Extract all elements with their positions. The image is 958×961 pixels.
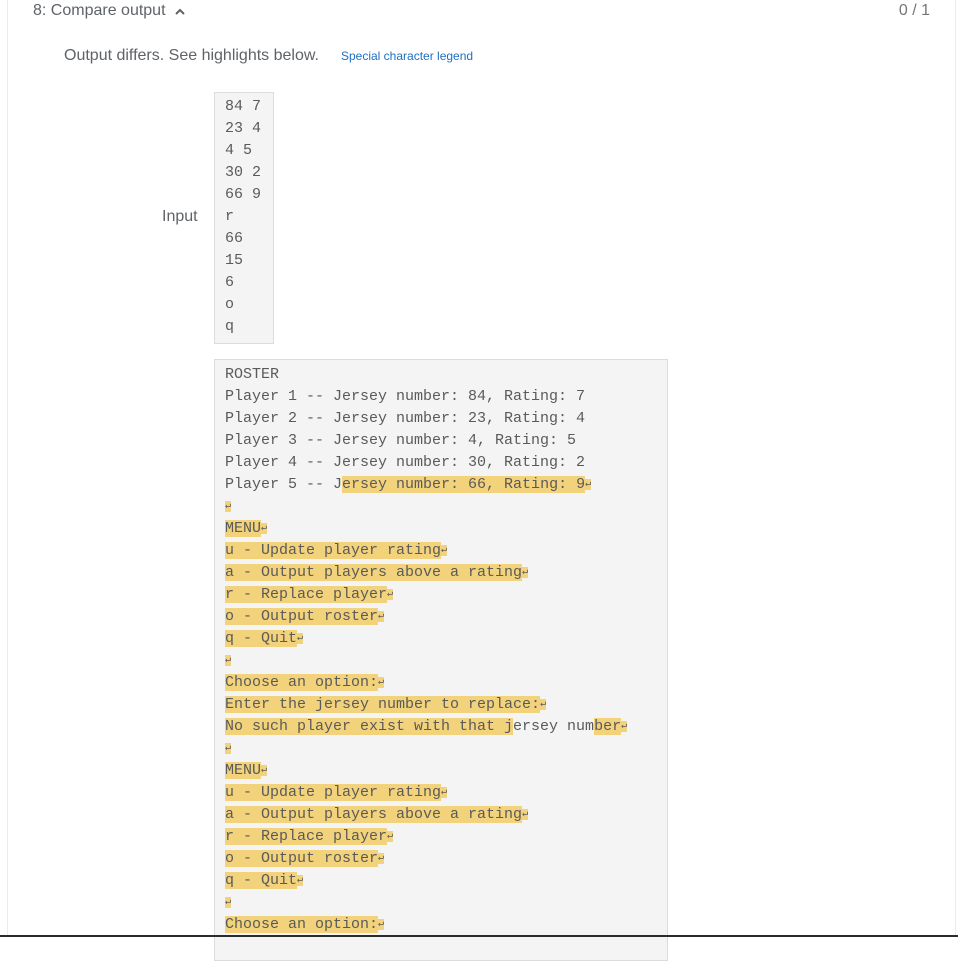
newline-icon: ↵: [378, 853, 385, 864]
highlighted-diff-segment: MENU: [225, 520, 262, 537]
newline-icon: ↵: [261, 765, 268, 776]
highlighted-diff-segment: r - Replace player: [225, 586, 388, 603]
highlighted-diff-segment: MENU: [225, 762, 262, 779]
output-line: ↵: [225, 738, 627, 760]
output-line: q - Quit↵: [225, 870, 627, 892]
output-line: a - Output players above a rating↵: [225, 562, 627, 584]
output-line: Choose an option:↵: [225, 672, 627, 694]
output-line: ↵: [225, 650, 627, 672]
input-line: 6: [225, 274, 235, 291]
input-line: 15: [225, 252, 244, 269]
highlighted-diff-segment: q - Quit: [225, 872, 298, 889]
status-row: Output differs. See highlights below. Sp…: [64, 47, 473, 65]
input-line: q: [225, 318, 235, 335]
highlighted-diff-segment: a - Output players above a rating: [225, 806, 523, 823]
output-segment: Player 2 -- Jersey number: 23, Rating: 4: [225, 410, 586, 427]
output-segment: Player 4 -- Jersey number: 30, Rating: 2: [225, 454, 586, 471]
newline-icon: ↵: [378, 919, 385, 930]
output-line: r - Replace player↵: [225, 826, 627, 848]
highlighted-diff-segment: Choose an option:: [225, 916, 379, 933]
output-line: Choose an option:↵: [225, 914, 627, 936]
newline-icon: ↵: [441, 545, 448, 556]
highlighted-diff-segment: u - Update player rating: [225, 784, 442, 801]
input-line: 84 7: [225, 98, 262, 115]
highlighted-diff-segment: a - Output players above a rating: [225, 564, 523, 581]
newline-icon: ↵: [522, 809, 529, 820]
newline-icon: ↵: [225, 501, 232, 512]
output-line: MENU↵: [225, 518, 627, 540]
input-lines: 84 7 23 4 4 5 30 2 66 9 r 66 15 6 o q: [225, 96, 261, 338]
input-box: 84 7 23 4 4 5 30 2 66 9 r 66 15 6 o q: [214, 92, 274, 344]
highlighted-diff-segment: o - Output roster: [225, 608, 379, 625]
test-title: 8: Compare output: [33, 2, 166, 19]
output-line: u - Update player rating↵: [225, 540, 627, 562]
highlighted-diff-segment: No such player exist with that j: [225, 718, 514, 735]
newline-icon: ↵: [441, 787, 448, 798]
newline-icon: ↵: [522, 567, 529, 578]
newline-icon: ↵: [378, 677, 385, 688]
output-line: u - Update player rating↵: [225, 782, 627, 804]
compare-output-card: 8: Compare output 0 / 1 Output differs. …: [7, 0, 956, 961]
output-box: ROSTER Player 1 -- Jersey number: 84, Rat…: [214, 359, 668, 961]
highlighted-diff-segment: q - Quit: [225, 630, 298, 647]
newline-icon: ↵: [540, 699, 547, 710]
highlighted-diff-segment: o - Output roster: [225, 850, 379, 867]
output-line: Player 4 -- Jersey number: 30, Rating: 2: [225, 452, 627, 474]
output-lines: ROSTER Player 1 -- Jersey number: 84, Rat…: [225, 364, 628, 936]
output-line: ↵: [225, 496, 627, 518]
output-line: No such player exist with that jersey nu…: [225, 716, 628, 738]
newline-icon: ↵: [261, 523, 268, 534]
input-line: 23 4: [225, 120, 262, 137]
output-segment: Player 3 -- Jersey number: 4, Rating: 5: [225, 432, 577, 449]
output-line: Player 5 -- Jersey number: 66, Rating: 9…: [225, 474, 627, 496]
output-line: a - Output players above a rating↵: [225, 804, 627, 826]
newline-icon: ↵: [621, 721, 628, 732]
compare-output-toggle[interactable]: 8: Compare output: [33, 2, 186, 20]
output-line: ↵: [225, 892, 627, 914]
output-line: Player 3 -- Jersey number: 4, Rating: 5: [225, 430, 627, 452]
input-line: o: [225, 296, 235, 313]
input-line: 30 2: [225, 164, 262, 181]
output-segment: ersey num: [513, 718, 595, 735]
output-line: ROSTER: [225, 364, 627, 386]
output-line: q - Quit↵: [225, 628, 627, 650]
output-line: o - Output roster↵: [225, 606, 627, 628]
highlighted-diff-segment: Enter the jersey number to replace:: [225, 696, 541, 713]
output-line: Enter the jersey number to replace:↵: [225, 694, 627, 716]
highlighted-diff-segment: u - Update player rating: [225, 542, 442, 559]
highlighted-diff-segment: r - Replace player: [225, 828, 388, 845]
output-line: MENU↵: [225, 760, 627, 782]
highlighted-diff-segment: ersey number: 66, Rating: 9: [342, 476, 586, 493]
input-line: 66 9: [225, 186, 262, 203]
newline-icon: ↵: [297, 633, 304, 644]
input-line: 66: [225, 230, 244, 247]
newline-icon: ↵: [387, 589, 394, 600]
newline-icon: ↵: [225, 655, 232, 666]
output-line: Player 1 -- Jersey number: 84, Rating: 7: [225, 386, 627, 408]
input-line: 4 5: [225, 142, 253, 159]
chevron-up-icon[interactable]: [174, 5, 186, 17]
output-segment: Player 1 -- Jersey number: 84, Rating: 7: [225, 388, 586, 405]
output-segment: ROSTER: [225, 366, 280, 383]
output-line: r - Replace player↵: [225, 584, 627, 606]
newline-icon: ↵: [378, 611, 385, 622]
special-character-legend-link[interactable]: Special character legend: [341, 49, 473, 63]
highlighted-diff-segment: ber: [594, 718, 622, 735]
newline-icon: ↵: [387, 831, 394, 842]
highlighted-diff-segment: Choose an option:: [225, 674, 379, 691]
status-message: Output differs. See highlights below.: [64, 47, 319, 64]
output-segment: Player 5 -- J: [225, 476, 343, 493]
newline-icon: ↵: [225, 897, 232, 908]
newline-icon: ↵: [585, 479, 592, 490]
score: 0 / 1: [898, 2, 930, 19]
newline-icon: ↵: [297, 875, 304, 886]
input-label: Input: [162, 208, 198, 225]
output-line: Player 2 -- Jersey number: 23, Rating: 4: [225, 408, 627, 430]
input-line: r: [225, 208, 235, 225]
newline-icon: ↵: [225, 743, 232, 754]
output-line: o - Output roster↵: [225, 848, 627, 870]
